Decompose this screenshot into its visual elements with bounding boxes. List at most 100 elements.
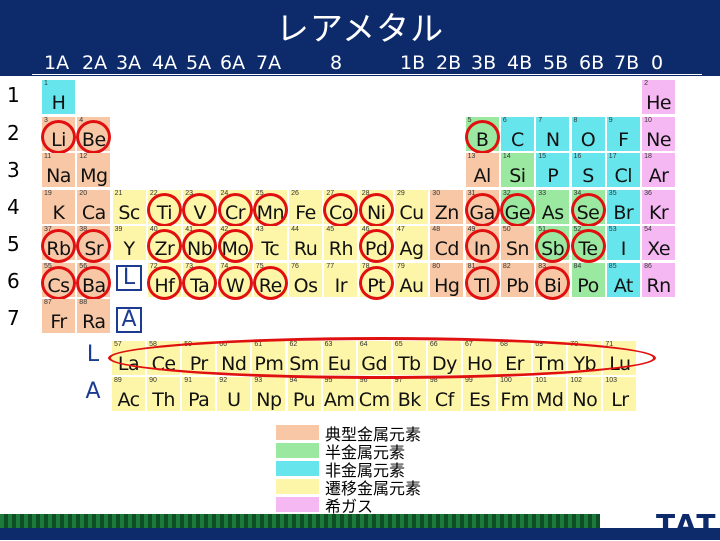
rare-metal-ring [464, 192, 500, 227]
atomic-number: 29 [397, 189, 405, 197]
atomic-number: 92 [219, 377, 228, 384]
atomic-number: 14 [502, 153, 511, 160]
atomic-number: 19 [44, 189, 52, 197]
rare-metal-ring [570, 192, 606, 227]
element-symbol: P [547, 165, 559, 187]
element-symbol: U [227, 389, 241, 411]
rare-metal-ring [41, 119, 76, 154]
element-symbol: Ar [648, 165, 669, 187]
element-symbol: Br [613, 201, 634, 224]
element-symbol: Th [152, 389, 175, 411]
logo: TAT [656, 508, 718, 541]
element-symbol: O [580, 128, 596, 151]
atomic-number: 54 [644, 226, 652, 233]
element-cell: 18 Ar [642, 153, 676, 187]
atomic-number: 36 [644, 189, 652, 197]
element-cell: 97 Bk [392, 377, 426, 411]
atomic-number: 45 [326, 226, 335, 233]
element-cell: 35 Br [606, 189, 640, 224]
group-label: 4B [507, 52, 533, 74]
rare-metal-ring [252, 192, 288, 227]
rare-metal-ring [535, 229, 571, 263]
element-cell: 84 Po [571, 262, 605, 297]
rare-metal-ring [323, 192, 359, 227]
element-cell: 87 Fr [42, 299, 75, 333]
rare-metal-ring [252, 265, 288, 300]
atomic-number: 99 [465, 377, 473, 384]
group-label: 2A [82, 52, 108, 74]
element-symbol: Mg [80, 165, 108, 187]
atomic-number: 2 [644, 80, 648, 87]
atomic-number: 44 [291, 226, 299, 233]
element-cell: 98 Cf [427, 377, 461, 411]
atomic-number: 8 [573, 116, 578, 124]
element-cell: 76 Os [289, 262, 323, 297]
atomic-number: 12 [79, 153, 88, 160]
group-label: 4A [152, 52, 178, 74]
atomic-number: 16 [573, 153, 582, 160]
rare-metal-ring [182, 192, 218, 227]
atomic-number: 86 [644, 262, 652, 270]
atomic-number: 17 [608, 153, 617, 160]
element-symbol: Lr [611, 389, 629, 411]
element-symbol: Sc [118, 201, 140, 224]
period-number: 4 [7, 195, 20, 219]
element-symbol: As [541, 201, 564, 224]
element-symbol: F [618, 128, 629, 151]
atomic-number: 9 [608, 116, 613, 124]
element-symbol: Cl [614, 165, 633, 187]
element-symbol: Fr [50, 311, 67, 333]
legend-swatch [276, 443, 319, 458]
element-symbol: Cm [358, 389, 390, 411]
atomic-number: 7 [538, 116, 543, 124]
element-cell: 17 Cl [606, 153, 640, 187]
atomic-number: 94 [289, 377, 298, 384]
element-symbol: N [545, 128, 560, 151]
period-number: 1 [7, 83, 20, 107]
atomic-number: 87 [44, 299, 52, 306]
element-cell: 54 Xe [642, 226, 676, 260]
page-title: レアメタル [275, 9, 445, 48]
element-cell: 39 Y [112, 226, 146, 260]
element-symbol: Ca [81, 201, 106, 224]
element-symbol: Hg [434, 274, 460, 297]
atomic-number: 5 [467, 116, 472, 124]
rare-metal-ring [217, 192, 253, 227]
atomic-number: 90 [149, 377, 157, 384]
element-symbol: Fm [500, 389, 529, 411]
element-cell: 2 He [642, 80, 676, 114]
atomic-number: 47 [397, 226, 405, 233]
rare-metal-ring [76, 119, 112, 154]
element-symbol: Y [123, 238, 136, 260]
rare-metal-ring [182, 229, 218, 263]
element-cell: 29 Cu [395, 189, 428, 224]
footer-bar [0, 528, 720, 540]
atomic-number: 84 [573, 262, 582, 270]
element-symbol: Ag [399, 238, 424, 260]
legend-swatch [276, 461, 319, 476]
rare-metal-ring [41, 265, 76, 300]
element-cell: 11 Na [42, 153, 75, 187]
header-rule [32, 74, 702, 75]
atomic-number: 6 [502, 116, 507, 124]
element-cell: 89 Ac [112, 377, 145, 411]
atomic-number: 77 [326, 262, 335, 270]
element-symbol: Xe [647, 238, 671, 260]
lanthanide-row-label: L [86, 342, 100, 367]
rare-metal-ring [464, 265, 500, 300]
actinide-marker: A [116, 307, 142, 333]
element-symbol: Bk [397, 389, 422, 411]
period-number: 7 [7, 306, 20, 330]
element-cell: 48 Cd [430, 226, 464, 260]
element-cell: 90 Th [147, 377, 181, 411]
element-cell: 100 Fm [498, 377, 532, 411]
atomic-number: 43 [255, 226, 264, 233]
element-symbol: Md [535, 389, 564, 411]
atomic-number: 82 [502, 262, 511, 270]
atomic-number: 103 [605, 377, 618, 384]
element-cell: 7N [536, 116, 570, 151]
period-number: 5 [7, 232, 20, 256]
element-symbol: Ne [646, 128, 672, 151]
element-symbol: Ra [82, 311, 106, 333]
element-symbol: Cu [399, 201, 424, 224]
